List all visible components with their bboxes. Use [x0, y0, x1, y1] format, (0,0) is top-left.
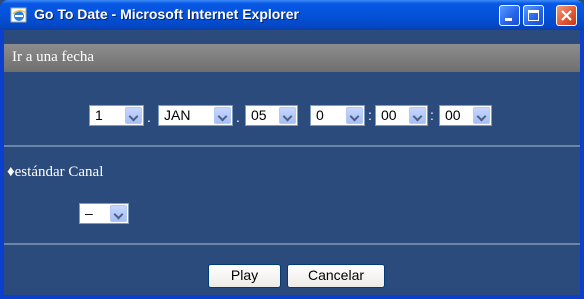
chevron-down-icon[interactable] — [346, 107, 363, 124]
close-icon — [561, 10, 572, 21]
hour-value: 0 — [316, 107, 324, 123]
section-header: Ir a una fecha — [4, 44, 580, 72]
chevron-down-icon[interactable] — [214, 107, 231, 124]
date-separator-2: . — [236, 109, 240, 125]
second-value: 00 — [445, 107, 461, 123]
minute-value: 00 — [381, 107, 397, 123]
channel-label: ♦estándar Canal — [7, 164, 104, 180]
time-separator-2: : — [430, 107, 434, 123]
maximize-icon — [528, 10, 539, 21]
second-select[interactable]: 00 — [439, 105, 492, 126]
channel-value: – — [85, 205, 93, 221]
cancel-button[interactable]: Cancelar — [287, 264, 385, 288]
chevron-down-icon[interactable] — [125, 107, 142, 124]
chevron-down-icon[interactable] — [279, 107, 296, 124]
month-select[interactable]: JAN — [158, 105, 233, 126]
time-separator-1: : — [368, 107, 372, 123]
minute-select[interactable]: 00 — [375, 105, 428, 126]
minimize-button[interactable] — [499, 5, 520, 26]
divider-1 — [4, 145, 580, 147]
chevron-down-icon[interactable] — [473, 107, 490, 124]
year-value: 05 — [251, 107, 267, 123]
hour-select[interactable]: 0 — [310, 105, 365, 126]
chevron-down-icon[interactable] — [110, 205, 127, 222]
chevron-down-icon[interactable] — [409, 107, 426, 124]
divider-2 — [4, 243, 580, 245]
dialog-body: Ir a una fecha 1 . JAN . 05 0 : 00 : 00 — [4, 30, 580, 295]
year-select[interactable]: 05 — [245, 105, 298, 126]
window-title: Go To Date - Microsoft Internet Explorer — [34, 6, 299, 22]
day-select[interactable]: 1 — [89, 105, 144, 126]
close-button[interactable] — [556, 5, 577, 26]
channel-select[interactable]: – — [79, 203, 129, 224]
month-value: JAN — [164, 107, 191, 123]
minimize-icon — [505, 18, 512, 21]
day-value: 1 — [95, 107, 103, 123]
title-bar[interactable]: Go To Date - Microsoft Internet Explorer — [0, 0, 584, 30]
dialog-window: Go To Date - Microsoft Internet Explorer… — [0, 0, 584, 299]
date-separator-1: . — [147, 109, 151, 125]
ie-icon — [10, 7, 27, 23]
maximize-button[interactable] — [523, 5, 544, 26]
section-title: Ir a una fecha — [12, 49, 95, 65]
play-button[interactable]: Play — [208, 264, 281, 288]
